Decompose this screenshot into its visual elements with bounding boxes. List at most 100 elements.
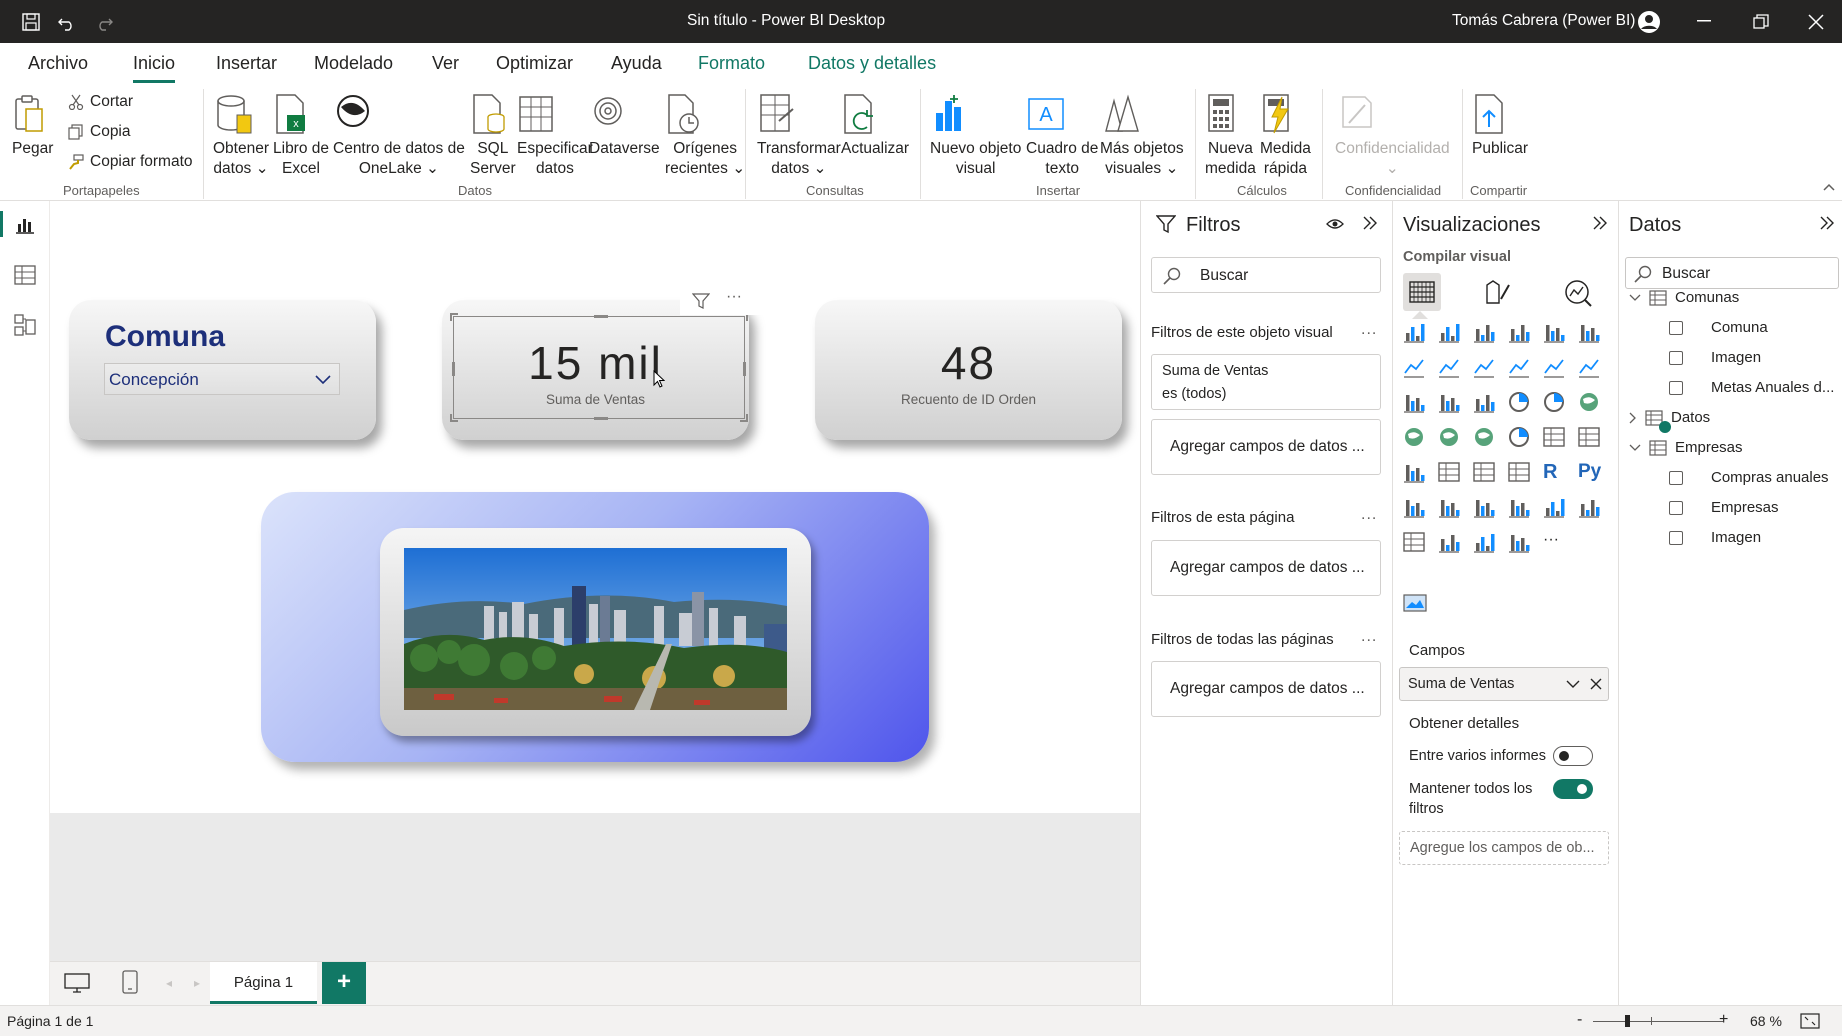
power-apps-icon[interactable] xyxy=(1438,531,1464,557)
collapse-data-icon[interactable] xyxy=(1819,216,1835,230)
zoom-level[interactable]: 68 % xyxy=(1750,1013,1782,1029)
multi-row-card-icon[interactable] xyxy=(1578,426,1604,452)
drillthrough-field-well[interactable]: Agregue los campos de ob... xyxy=(1399,831,1609,865)
account-icon[interactable] xyxy=(1636,9,1662,35)
power-automate-icon[interactable] xyxy=(1473,531,1499,557)
waterfall-chart-icon[interactable] xyxy=(1403,391,1429,417)
clustered-bar-chart-icon[interactable] xyxy=(1473,321,1499,347)
model-view-icon[interactable] xyxy=(14,314,36,336)
clustered-column-chart-icon[interactable] xyxy=(1508,321,1534,347)
analytics-icon[interactable] xyxy=(1563,278,1593,308)
cut-button[interactable]: Cortar xyxy=(68,93,133,111)
filters-search-input[interactable]: Buscar xyxy=(1151,257,1381,293)
menu-archivo[interactable]: Archivo xyxy=(28,53,88,74)
menu-ver[interactable]: Ver xyxy=(432,53,459,74)
field-checkbox[interactable] xyxy=(1669,350,1683,365)
text-box-button[interactable]: A Cuadro de texto xyxy=(1026,93,1098,179)
filled-map-icon[interactable] xyxy=(1438,426,1464,452)
line-stacked-column-chart-icon[interactable] xyxy=(1543,356,1569,382)
field-checkbox[interactable] xyxy=(1669,470,1683,485)
paste-button[interactable]: Pegar xyxy=(12,93,53,159)
funnel-chart-icon[interactable] xyxy=(1438,391,1464,417)
field-well-sum-sales[interactable]: Suma de Ventas xyxy=(1399,667,1609,701)
new-card-icon[interactable] xyxy=(1403,531,1429,557)
redo-icon[interactable] xyxy=(93,11,115,33)
save-icon[interactable] xyxy=(20,11,42,33)
menu-insertar[interactable]: Insertar xyxy=(216,53,277,74)
paginated-report-icon[interactable] xyxy=(1578,496,1604,522)
excel-workbook-button[interactable]: x Libro de Excel xyxy=(273,93,329,179)
zoom-slider-track[interactable] xyxy=(1593,1021,1723,1022)
table-visual-icon[interactable] xyxy=(1473,461,1499,487)
collapse-filters-icon[interactable] xyxy=(1362,216,1378,230)
card-visual-icon[interactable] xyxy=(1543,426,1569,452)
stacked-area-chart-icon[interactable] xyxy=(1473,356,1499,382)
card-order-count[interactable]: 48 Recuento de ID Orden xyxy=(815,300,1122,440)
slicer-dropdown[interactable]: Concepción xyxy=(104,363,340,395)
transform-data-button[interactable]: Transformar datos ⌄ xyxy=(757,93,841,179)
minimize-icon[interactable] xyxy=(1697,20,1711,22)
remove-field-icon[interactable] xyxy=(1590,678,1602,690)
r-script-visual-icon[interactable]: R xyxy=(1543,461,1569,487)
sensitivity-button[interactable]: Confidencialidad ⌄ xyxy=(1335,93,1450,179)
dataverse-button[interactable]: Dataverse xyxy=(589,93,660,159)
eye-icon[interactable] xyxy=(1326,218,1344,230)
publish-button[interactable]: Publicar xyxy=(1472,93,1528,159)
resize-handle[interactable] xyxy=(450,313,458,321)
decomposition-tree-icon[interactable] xyxy=(1438,496,1464,522)
pie-chart-icon[interactable] xyxy=(1508,391,1534,417)
format-painter-button[interactable]: Copiar formato xyxy=(68,153,193,171)
more-visuals-button[interactable]: Más objetos visuales ⌄ xyxy=(1100,93,1184,179)
data-search-input[interactable]: Buscar xyxy=(1625,257,1839,289)
menu-optimizar[interactable]: Optimizar xyxy=(496,53,573,74)
table-node[interactable]: Datos xyxy=(1629,409,1710,433)
sql-server-button[interactable]: SQL Server xyxy=(470,93,516,179)
new-visual-button[interactable]: Nuevo objeto visual xyxy=(930,93,1021,179)
zoom-slider-thumb[interactable] xyxy=(1625,1015,1630,1027)
donut-chart-icon[interactable] xyxy=(1543,391,1569,417)
menu-formato[interactable]: Formato xyxy=(698,53,765,74)
selection-frame[interactable] xyxy=(450,313,748,422)
treemap-icon[interactable] xyxy=(1578,391,1604,417)
format-visual-icon[interactable] xyxy=(1483,279,1511,307)
slicer-visual[interactable]: Comuna Concepción xyxy=(69,300,376,440)
slicer-icon[interactable] xyxy=(1438,461,1464,487)
page-prev-icon[interactable]: ◂ xyxy=(166,976,172,990)
fit-to-page-icon[interactable] xyxy=(1800,1013,1820,1029)
page-next-icon[interactable]: ▸ xyxy=(194,976,200,990)
kpi-icon[interactable] xyxy=(1403,461,1429,487)
more-options-icon[interactable]: ··· xyxy=(726,288,742,306)
goals-icon[interactable] xyxy=(1543,496,1569,522)
100-stacked-bar-chart-icon[interactable] xyxy=(1543,321,1569,347)
field-node[interactable]: Compras anuales xyxy=(1669,469,1829,486)
field-node[interactable]: Imagen xyxy=(1669,349,1761,366)
cross-report-toggle[interactable] xyxy=(1553,746,1593,766)
narrative-icon[interactable] xyxy=(1508,496,1534,522)
page-tab[interactable]: Página 1 xyxy=(210,962,317,1004)
enter-data-button[interactable]: Especificar datos xyxy=(517,93,593,179)
report-view-icon[interactable] xyxy=(14,215,36,235)
mobile-layout-icon[interactable] xyxy=(122,970,138,994)
copy-button[interactable]: Copia xyxy=(68,123,131,141)
more-options-icon[interactable]: ... xyxy=(1361,321,1377,339)
recent-sources-button[interactable]: Orígenes recientes ⌄ xyxy=(665,93,745,179)
field-node[interactable]: Imagen xyxy=(1669,529,1761,546)
azure-map-icon[interactable] xyxy=(1473,426,1499,452)
menu-datos-detalles[interactable]: Datos y detalles xyxy=(808,53,936,74)
key-influencers-icon[interactable] xyxy=(1403,496,1429,522)
field-checkbox[interactable] xyxy=(1669,530,1683,545)
area-chart-icon[interactable] xyxy=(1438,356,1464,382)
more-visuals-icon[interactable]: ··· xyxy=(1543,531,1569,557)
gauge-icon[interactable] xyxy=(1508,426,1534,452)
restore-icon[interactable] xyxy=(1753,14,1769,30)
zoom-out-button[interactable]: - xyxy=(1577,1011,1582,1029)
undo-icon[interactable] xyxy=(56,11,78,33)
field-checkbox[interactable] xyxy=(1669,380,1683,395)
menu-modelado[interactable]: Modelado xyxy=(314,53,393,74)
onelake-hub-button[interactable]: Centro de datos de OneLake ⌄ xyxy=(333,93,465,179)
scatter-chart-icon[interactable] xyxy=(1473,391,1499,417)
arcgis-icon[interactable] xyxy=(1508,531,1534,557)
new-measure-button[interactable]: Nueva medida xyxy=(1205,93,1256,179)
resize-handle[interactable] xyxy=(594,315,608,318)
line-clustered-column-chart-icon[interactable] xyxy=(1508,356,1534,382)
